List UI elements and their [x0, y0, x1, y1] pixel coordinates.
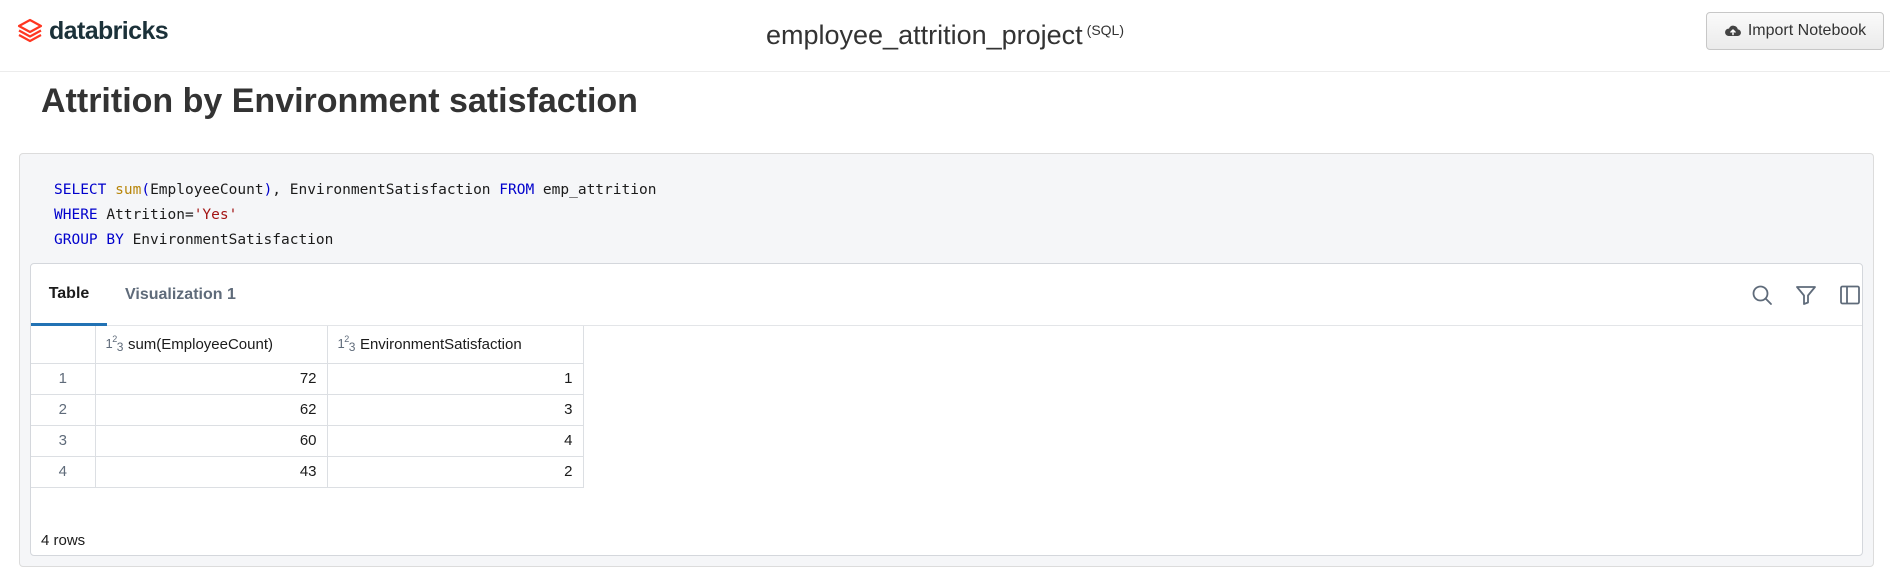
table-row: 3 60 4 [31, 424, 584, 457]
table-cell[interactable]: 4 [326, 424, 584, 457]
row-number: 1 [31, 362, 96, 395]
code-line-2: WHERE Attrition='Yes' [54, 207, 238, 223]
code-line-1: SELECT sum(EmployeeCount), EnvironmentSa… [54, 182, 657, 198]
filter-icon[interactable] [1794, 283, 1818, 307]
sidebar-panel-icon[interactable] [1838, 283, 1862, 307]
table-header-row: 123 sum(EmployeeCount) 123 EnvironmentSati… [31, 326, 584, 364]
table-row: 2 62 3 [31, 393, 584, 426]
table-row: 4 43 2 [31, 455, 584, 488]
results-tab-bar: Table Visualization 1 [31, 264, 1862, 326]
notebook-title: employee_attrition_project (SQL) [0, 20, 1890, 51]
top-bar: databricks employee_attrition_project (SQ… [0, 0, 1890, 72]
table-cell[interactable]: 2 [326, 455, 584, 488]
import-notebook-button[interactable]: Import Notebook [1706, 12, 1884, 50]
column-header-environmentsatisfaction[interactable]: 123 EnvironmentSatisfaction [326, 326, 584, 364]
row-number: 3 [31, 424, 96, 457]
cloud-upload-icon [1724, 25, 1741, 37]
command-cell[interactable]: SELECT sum(EmployeeCount), EnvironmentSa… [19, 153, 1874, 567]
table-cell[interactable]: 60 [94, 424, 328, 457]
tab-visualization-1[interactable]: Visualization 1 [125, 264, 236, 326]
table-cell[interactable]: 62 [94, 393, 328, 426]
integer-type-icon: 123 [105, 334, 124, 355]
import-notebook-label: Import Notebook [1747, 22, 1867, 39]
code-editor[interactable]: SELECT sum(EmployeeCount), EnvironmentSa… [54, 178, 656, 253]
tab-table[interactable]: Table [31, 264, 107, 326]
notebook-language: (SQL) [1086, 22, 1125, 38]
row-count: 4 rows [41, 532, 86, 549]
row-number: 2 [31, 393, 96, 426]
table-cell[interactable]: 72 [94, 362, 328, 395]
column-label: sum(EmployeeCount) [127, 336, 273, 354]
row-number-header [31, 326, 96, 364]
notebook-name: employee_attrition_project [765, 20, 1083, 50]
table-cell[interactable]: 43 [94, 455, 328, 488]
results-panel: Table Visualization 1 123 sum(EmployeeCou… [30, 263, 1863, 556]
integer-type-icon: 123 [337, 334, 356, 355]
table-cell[interactable]: 1 [326, 362, 584, 395]
section-title: Attrition by Environment satisfaction [41, 82, 638, 120]
table-cell[interactable]: 3 [326, 393, 584, 426]
results-table: 123 sum(EmployeeCount) 123 EnvironmentSati… [31, 326, 584, 488]
column-label: EnvironmentSatisfaction [359, 336, 522, 354]
table-row: 1 72 1 [31, 362, 584, 395]
column-header-sum-employeecount[interactable]: 123 sum(EmployeeCount) [94, 326, 328, 364]
row-number: 4 [31, 455, 96, 488]
search-icon[interactable] [1750, 283, 1774, 307]
code-line-3: GROUP BY EnvironmentSatisfaction [54, 232, 334, 248]
